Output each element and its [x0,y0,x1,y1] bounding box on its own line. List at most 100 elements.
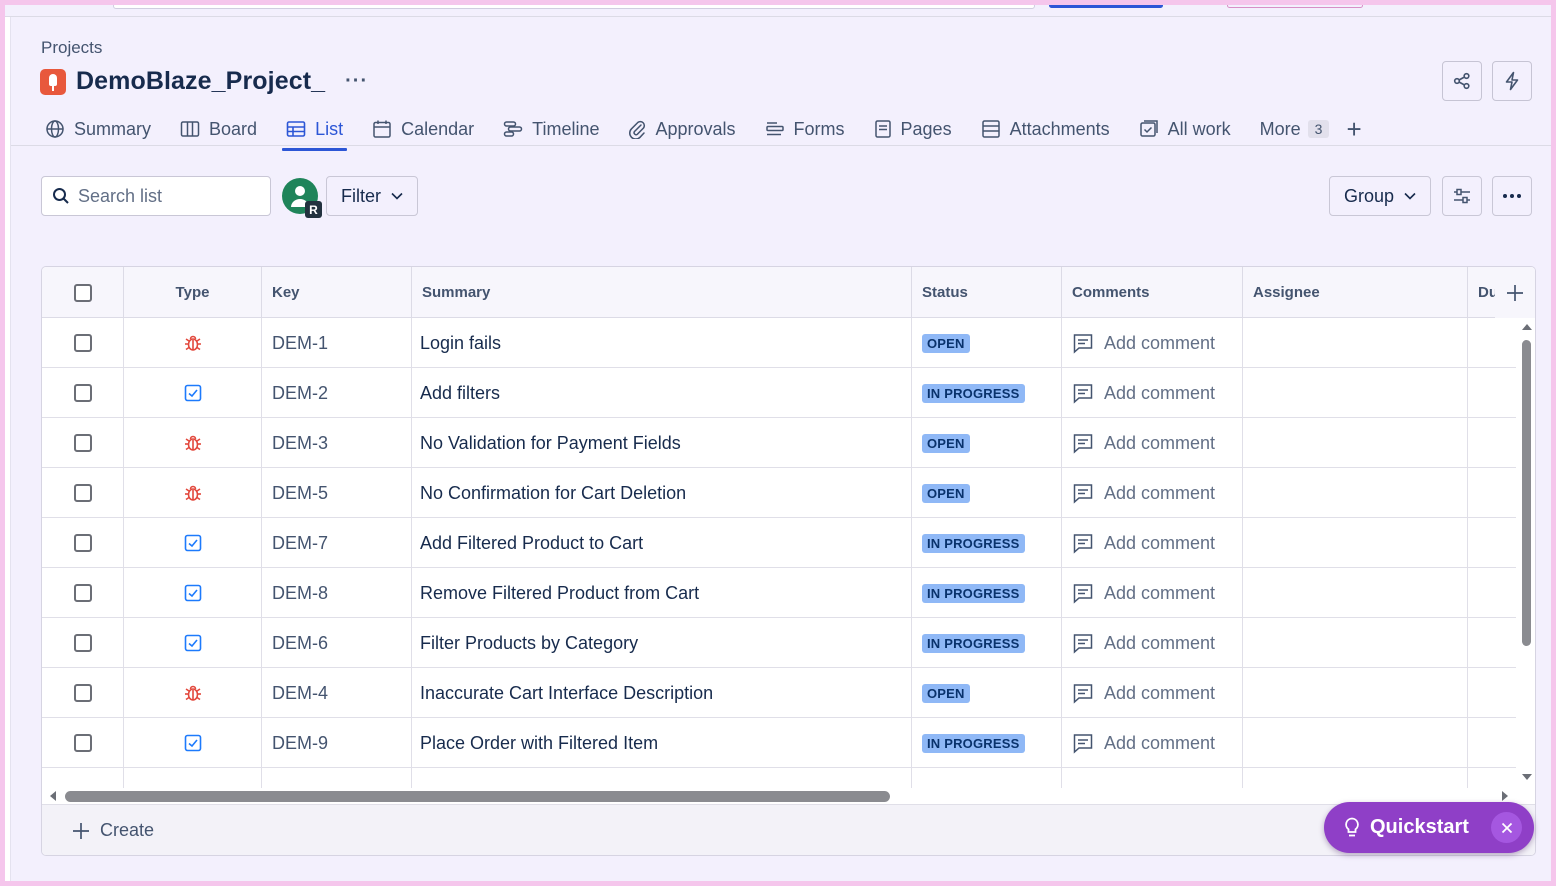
table-row[interactable]: DEM-2 Add filters IN PROGRESS Add comment [42,368,1516,418]
status-badge[interactable]: OPEN [922,483,970,503]
status-cell[interactable]: IN PROGRESS [912,718,1062,768]
key-cell[interactable]: DEM-3 [262,418,412,468]
issue-summary[interactable]: Inaccurate Cart Interface Description [420,683,713,704]
search-list-field[interactable] [41,176,271,216]
vertical-scroll-thumb[interactable] [1522,340,1531,646]
issue-summary[interactable]: Remove Filtered Product from Cart [420,583,699,604]
table-row[interactable]: DEM-1 Login fails OPEN Add comment [42,318,1516,368]
summary-cell[interactable]: Filter Products by Category [412,618,912,668]
task-icon[interactable] [184,634,202,652]
table-row[interactable]: DEM-5 No Confirmation for Cart Deletion OP… [42,468,1516,518]
view-settings-button[interactable] [1442,176,1482,216]
summary-cell[interactable]: Remove Filtered Product from Cart [412,568,912,618]
issue-summary[interactable]: No Confirmation for Cart Deletion [420,483,686,504]
column-header-comments[interactable]: Comments [1062,267,1243,318]
comments-cell[interactable]: Add comment [1062,468,1243,518]
tab-list[interactable]: List [282,111,348,151]
status-cell[interactable]: IN PROGRESS [912,368,1062,418]
status-badge[interactable]: OPEN [922,433,970,453]
assignee-cell[interactable] [1243,668,1468,718]
tab-calendar[interactable]: Calendar [368,111,478,147]
assignee-cell[interactable] [1243,468,1468,518]
column-header-summary[interactable]: Summary [412,267,912,318]
status-cell[interactable]: IN PROGRESS [912,618,1062,668]
issue-key[interactable]: DEM-4 [272,683,328,704]
due-cell[interactable] [1468,618,1516,668]
issue-key[interactable]: DEM-5 [272,483,328,504]
status-cell[interactable]: OPEN [912,468,1062,518]
column-header-key[interactable]: Key [262,267,412,318]
status-badge[interactable]: IN PROGRESS [922,583,1025,603]
horizontal-scrollbar[interactable] [42,788,1516,804]
bug-icon[interactable] [183,683,203,703]
issue-summary[interactable]: Place Order with Filtered Item [420,733,658,754]
add-comment-button[interactable]: Add comment [1072,332,1215,354]
add-comment-button[interactable]: Add comment [1072,532,1215,554]
search-input[interactable] [78,185,248,207]
row-checkbox[interactable] [73,584,92,602]
assignee-cell[interactable] [1243,568,1468,618]
comments-cell[interactable]: Add comment [1062,418,1243,468]
column-header-type[interactable]: Type [124,267,262,318]
project-avatar-icon[interactable] [40,68,66,95]
row-checkbox[interactable] [73,734,92,752]
due-cell[interactable] [1468,468,1516,518]
bug-icon[interactable] [183,333,203,353]
comments-cell[interactable]: Add comment [1062,718,1243,768]
tab-more[interactable]: More 3 [1256,111,1334,147]
summary-cell[interactable]: No Confirmation for Cart Deletion [412,468,912,518]
tab-approvals[interactable]: Approvals [624,111,739,147]
tab-summary[interactable]: Summary [41,111,155,147]
add-comment-button[interactable]: Add comment [1072,732,1215,754]
due-cell[interactable] [1468,568,1516,618]
avatar-filter[interactable]: R [282,178,322,218]
create-global-button[interactable] [1049,5,1163,8]
summary-cell[interactable]: Login fails [412,318,912,368]
summary-cell[interactable]: Add filters [412,368,912,418]
issue-key[interactable]: DEM-9 [272,733,328,754]
add-comment-button[interactable]: Add comment [1072,382,1215,404]
status-badge[interactable]: IN PROGRESS [922,633,1025,653]
issue-key[interactable]: DEM-2 [272,383,328,404]
tab-attachments[interactable]: Attachments [977,111,1114,147]
add-tab-plus-icon[interactable]: + [1346,116,1361,142]
task-icon[interactable] [184,584,202,602]
select-all-checkbox[interactable] [73,283,92,302]
assignee-cell[interactable] [1243,718,1468,768]
add-column-button[interactable] [1495,267,1535,318]
assignee-cell[interactable] [1243,418,1468,468]
issue-summary[interactable]: Login fails [420,333,501,354]
share-button[interactable] [1442,61,1482,101]
status-badge[interactable]: OPEN [922,683,970,703]
row-checkbox[interactable] [73,384,92,402]
table-row[interactable]: DEM-8 Remove Filtered Product from Cart IN… [42,568,1516,618]
more-actions-button[interactable]: ··· [345,70,368,93]
tab-forms[interactable]: Forms [761,111,849,147]
row-checkbox[interactable] [73,684,92,702]
key-cell[interactable]: DEM-4 [262,668,412,718]
column-header-due[interactable]: Du [1468,267,1498,318]
due-cell[interactable] [1468,718,1516,768]
issue-key[interactable]: DEM-7 [272,533,328,554]
comments-cell[interactable]: Add comment [1062,368,1243,418]
task-icon[interactable] [184,734,202,752]
bug-icon[interactable] [183,433,203,453]
due-cell[interactable] [1468,518,1516,568]
add-comment-button[interactable]: Add comment [1072,482,1215,504]
issue-key[interactable]: DEM-6 [272,633,328,654]
due-cell[interactable] [1468,368,1516,418]
row-checkbox[interactable] [73,434,92,452]
key-cell[interactable]: DEM-1 [262,318,412,368]
row-checkbox[interactable] [73,634,92,652]
tab-pages[interactable]: Pages [870,111,956,147]
key-cell[interactable]: DEM-2 [262,368,412,418]
due-cell[interactable] [1468,418,1516,468]
status-badge[interactable]: IN PROGRESS [922,383,1025,403]
status-badge[interactable]: IN PROGRESS [922,533,1025,553]
summary-cell[interactable]: Place Order with Filtered Item [412,718,912,768]
issue-key[interactable]: DEM-3 [272,433,328,454]
assignee-cell[interactable] [1243,518,1468,568]
assignee-cell[interactable] [1243,318,1468,368]
bug-icon[interactable] [183,483,203,503]
row-checkbox[interactable] [73,334,92,352]
